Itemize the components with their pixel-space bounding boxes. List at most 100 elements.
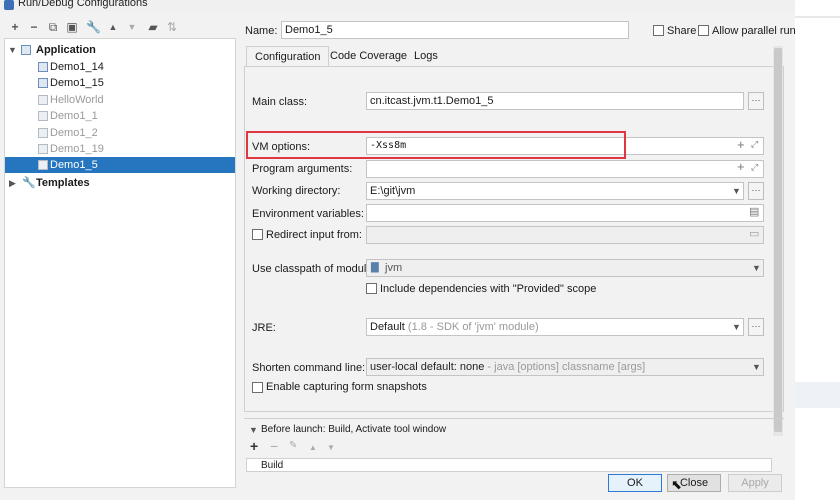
- redirect-input-checkbox[interactable]: [252, 229, 263, 240]
- browse-jre-button[interactable]: ···: [748, 318, 764, 336]
- include-dependencies-label: Include dependencies with "Provided" sco…: [380, 283, 597, 295]
- application-icon: [21, 45, 31, 55]
- tree-item[interactable]: Demo1_19: [5, 141, 235, 157]
- shorten-command-label: Shorten command line:: [252, 362, 366, 374]
- working-directory-label: Working directory:: [252, 185, 341, 197]
- jre-label: JRE:: [252, 322, 276, 334]
- tab-configuration[interactable]: Configuration: [246, 46, 330, 67]
- config-file-icon: [38, 144, 48, 154]
- working-directory-input[interactable]: E:\git\jvm: [366, 182, 744, 200]
- shorten-value: user-local default: none: [370, 361, 485, 373]
- app-icon: [4, 0, 14, 10]
- tree-item-label: Demo1_5: [50, 159, 98, 171]
- tree-item-label: Demo1_1: [50, 110, 98, 122]
- save-icon[interactable]: ▣: [66, 21, 78, 33]
- chevron-down-icon[interactable]: ▼: [752, 362, 761, 372]
- config-file-icon: [38, 160, 48, 170]
- chevron-down-icon[interactable]: ▼: [732, 322, 741, 332]
- jre-detail: (1.8 - SDK of 'jvm' module): [404, 321, 539, 333]
- wrench-icon: 🔧: [22, 177, 36, 189]
- config-file-icon: [38, 78, 48, 88]
- before-launch-list[interactable]: Build: [246, 458, 772, 472]
- chevron-down-icon[interactable]: ▼: [249, 425, 258, 435]
- arrow-down-icon[interactable]: ▼: [126, 21, 138, 33]
- tab-logs[interactable]: Logs: [406, 46, 446, 66]
- edit-icon[interactable]: ✎: [289, 440, 297, 451]
- tree-item[interactable]: Demo1_15: [5, 75, 235, 91]
- folder-icon[interactable]: ▰: [147, 21, 159, 33]
- folder-icon[interactable]: ▭: [749, 227, 759, 240]
- arrow-down-icon[interactable]: ▼: [327, 443, 335, 452]
- mouse-cursor-icon: ⬉: [671, 477, 682, 492]
- redirect-input-label: Redirect input from:: [266, 229, 362, 241]
- plus-icon[interactable]: +: [250, 438, 258, 454]
- plus-icon[interactable]: +: [9, 21, 21, 33]
- classpath-module-label: Use classpath of module:: [252, 263, 376, 275]
- before-launch-title: Before launch: Build, Activate tool wind…: [261, 424, 447, 435]
- program-arguments-input[interactable]: [366, 160, 764, 178]
- include-dependencies-checkbox[interactable]: [366, 283, 377, 294]
- module-icon: ▇: [371, 262, 379, 273]
- scrollbar[interactable]: [773, 46, 783, 436]
- expand-icon[interactable]: ⤢: [751, 162, 758, 173]
- background-window: [795, 0, 840, 500]
- form-snapshots-checkbox[interactable]: [252, 382, 263, 393]
- tab-code-coverage[interactable]: Code Coverage: [322, 46, 415, 66]
- minus-icon[interactable]: −: [270, 438, 278, 454]
- tree-item[interactable]: Demo1_14: [5, 59, 235, 75]
- tree-node-templates[interactable]: ▶ 🔧 Templates: [5, 175, 235, 191]
- minus-icon[interactable]: −: [28, 21, 40, 33]
- shorten-detail: - java [options] classname [args]: [484, 361, 646, 373]
- chevron-down-icon[interactable]: ▼: [732, 186, 741, 196]
- copy-icon[interactable]: ⧉: [47, 21, 59, 33]
- tree-node-label: Application: [36, 44, 96, 56]
- plus-icon[interactable]: +: [737, 137, 745, 152]
- tree-node-label: Templates: [36, 177, 90, 189]
- share-checkbox[interactable]: [653, 25, 664, 36]
- background-row: [795, 382, 840, 408]
- classpath-module-select[interactable]: jvm: [366, 259, 764, 277]
- tree-item[interactable]: Demo1_1: [5, 108, 235, 124]
- arrow-up-icon[interactable]: ▲: [107, 21, 119, 33]
- expand-icon[interactable]: ⤢: [751, 139, 758, 150]
- main-class-input[interactable]: cn.itcast.jvm.t1.Demo1_5: [366, 92, 744, 110]
- document-icon[interactable]: ▤: [749, 205, 759, 218]
- plus-icon[interactable]: +: [737, 159, 745, 174]
- tree-item-label: Demo1_15: [50, 77, 104, 89]
- browse-main-class-button[interactable]: ···: [748, 92, 764, 110]
- configuration-tree[interactable]: ▼ Application Demo1_14 Demo1_15 HelloWor…: [4, 38, 236, 488]
- redirect-input-field[interactable]: [366, 226, 764, 244]
- window-title: Run/Debug Configurations: [18, 0, 148, 9]
- browse-working-directory-button[interactable]: ···: [748, 182, 764, 200]
- shorten-command-select[interactable]: user-local default: none - java [options…: [366, 358, 764, 376]
- environment-variables-label: Environment variables:: [252, 208, 364, 220]
- chevron-right-icon[interactable]: ▶: [9, 175, 16, 191]
- highlight-box: [246, 131, 626, 159]
- sort-icon[interactable]: ⇅: [166, 21, 178, 33]
- name-label: Name:: [245, 25, 278, 37]
- tree-item[interactable]: Demo1_2: [5, 125, 235, 141]
- tree-node-application[interactable]: ▼ Application: [5, 42, 235, 58]
- name-input[interactable]: Demo1_5: [281, 21, 629, 39]
- jre-select[interactable]: Default (1.8 - SDK of 'jvm' module): [366, 318, 744, 336]
- form-snapshots-label: Enable capturing form snapshots: [266, 381, 427, 393]
- before-launch-item[interactable]: Build: [261, 460, 283, 471]
- tree-item-label: Demo1_2: [50, 127, 98, 139]
- scrollbar-thumb[interactable]: [774, 48, 782, 432]
- tree-item-selected[interactable]: Demo1_5: [5, 157, 235, 173]
- background-divider: [795, 16, 840, 18]
- ok-button[interactable]: OK: [608, 474, 662, 492]
- tree-item-label: HelloWorld: [50, 94, 104, 106]
- jre-value: Default: [370, 321, 405, 333]
- environment-variables-input[interactable]: [366, 204, 764, 222]
- apply-button[interactable]: Apply: [728, 474, 782, 492]
- tree-item-label: Demo1_19: [50, 143, 104, 155]
- tree-item[interactable]: HelloWorld: [5, 92, 235, 108]
- chevron-down-icon[interactable]: ▼: [752, 263, 761, 273]
- arrow-up-icon[interactable]: ▲: [309, 443, 317, 452]
- parallel-run-checkbox[interactable]: [698, 25, 709, 36]
- share-label: Share: [667, 25, 697, 37]
- wrench-icon[interactable]: 🔧: [86, 21, 101, 33]
- chevron-down-icon[interactable]: ▼: [8, 42, 17, 58]
- config-file-icon: [38, 111, 48, 121]
